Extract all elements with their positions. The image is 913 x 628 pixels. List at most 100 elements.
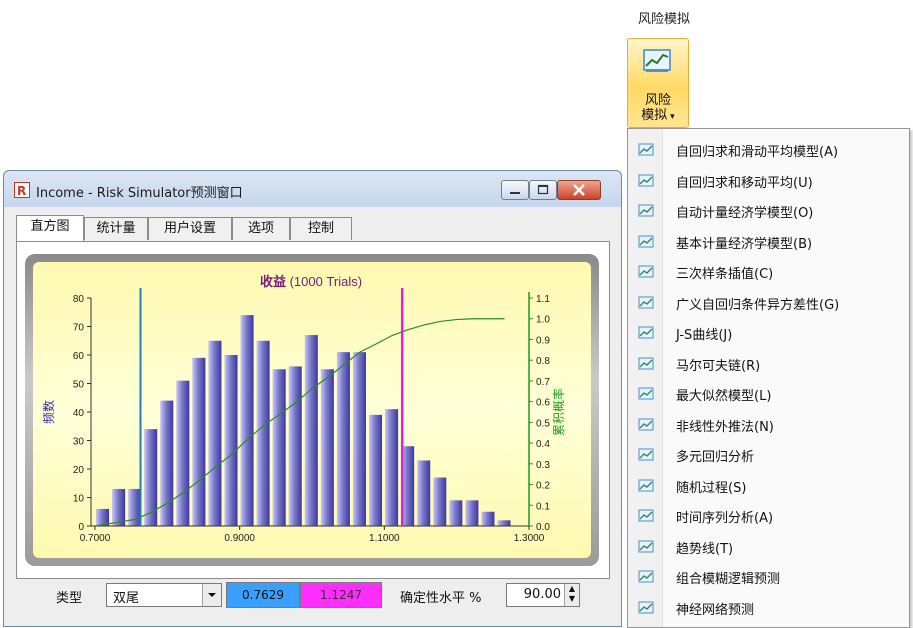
y2-tick-label: 0.2 [536,481,550,492]
y-tick-label: 50 [73,380,85,391]
tab-2[interactable]: 用户设置 [148,217,232,240]
risk-simulation-label-line1: 风险 [644,93,671,108]
close-button[interactable] [557,180,601,200]
x-tick-label: 0.7000 [80,533,111,544]
certainty-level-stepper[interactable]: 90.00 ▲ ▼ [506,583,580,607]
y-tick-label: 40 [73,408,85,419]
histogram-bar [465,500,479,526]
x-tick-label: 1.3000 [514,533,545,544]
chart-title-main: 收益 [260,274,286,289]
histogram-bar [385,409,399,526]
menu-item-label: J-S曲线(J) [676,328,733,343]
chart-area: 0 10 20 30 40 50 60 70 80 0.0 0.1 0.2 0.3 0.4 0.5 0.6 0.… [33,262,591,558]
forecast-method-icon [638,235,654,247]
menu-item[interactable]: 马尔可夫链(R) [628,349,909,379]
forecast-window: R Income - Risk Simulator预测窗口 直方图 统计量 用户设置… [3,170,622,627]
chart-frame: 0 10 20 30 40 50 60 70 80 0.0 0.1 0.2 0.3 0.4 0.5 0.6 0.… [25,254,599,566]
menu-item[interactable]: 非线性外推法(N) [628,410,909,440]
forecast-method-icon [638,174,654,186]
type-select[interactable]: 双尾 [106,583,222,607]
tab-1[interactable]: 统计量 [84,217,148,240]
type-select-value: 双尾 [113,591,140,606]
menu-item[interactable]: 多元回归分析 [628,440,909,470]
y2-axis-label: 累积概率 [551,388,566,436]
histogram-bar [192,357,206,526]
histogram-panel: 0 10 20 30 40 50 60 70 80 0.0 0.1 0.2 0.3 0.4 0.5 0.6 0.… [16,241,610,579]
menu-item-label: 趋势线(T) [676,541,734,557]
tab-3[interactable]: 选项 [232,217,290,240]
histogram-bar [481,511,495,526]
y-axis-label: 频数 [41,400,56,424]
histogram-bar [352,352,366,526]
histogram-bar [160,400,174,526]
menu-item-label: 最大似然模型(L) [676,389,772,404]
menu-item[interactable]: J-S曲线(J) [628,318,909,348]
histogram-bar [288,366,302,526]
y2-tick-label: 0.9 [536,335,550,346]
chevron-down-icon [208,593,216,597]
close-icon [573,184,585,196]
menu-item[interactable]: 神经网络预测 [628,593,909,623]
histogram-bar [256,340,270,526]
stepper-arrows-icon[interactable]: ▲ ▼ [564,584,579,606]
y-tick-label: 80 [73,294,85,305]
chart-title-trials: (1000 Trials) [286,274,362,289]
y-tick-label: 60 [73,351,85,362]
menu-item-label: 自回归求和移动平均(U) [676,175,813,191]
menu-item[interactable]: 广义自回归条件异方差性(G) [628,288,909,318]
histogram-bar [336,352,350,526]
menu-item[interactable]: 随机过程(S) [628,471,909,501]
y2-tick-label: 0.8 [536,356,550,367]
menu-item[interactable]: 最大似然模型(L) [628,379,909,409]
menu-item[interactable]: 时间序列分析(A) [628,501,909,531]
forecast-method-icon [638,265,654,278]
histogram-bar [96,508,110,526]
menu-item-label: 广义自回归条件异方差性(G) [676,297,840,313]
minimize-icon [510,192,520,194]
menu-item-label: 自动计量经济学模型(O) [676,206,814,221]
lower-bound-value[interactable]: 0.7629 [226,582,300,608]
histogram-bar [208,340,222,526]
y2-tick-label: 0.7 [536,377,550,388]
minimize-button[interactable] [501,180,529,200]
menu-item-label: 随机过程(S) [676,480,747,496]
menu-item[interactable]: 基本计量经济学模型(B) [628,227,909,257]
y-tick-label: 10 [73,494,85,505]
forecast-method-icon [638,601,654,613]
type-select-arrow[interactable] [202,584,221,606]
forecast-method-icon [638,326,654,339]
forecast-method-icon [638,509,654,522]
forecast-method-icon [638,448,654,461]
tab-4[interactable]: 控制 [290,217,352,240]
forecast-method-icon [638,418,654,430]
histogram-bar [368,414,383,526]
maximize-button[interactable] [529,180,557,200]
y-tick-label: 70 [73,323,85,334]
histogram-bar [112,488,126,526]
histogram-chart: 0 10 20 30 40 50 60 70 80 0.0 0.1 0.2 0.3 0.4 0.5 0.6 0.… [41,274,566,544]
menu-item[interactable]: 趋势线(T) [628,532,909,562]
risk-simulation-button[interactable]: 风险 模拟 ▾ [627,38,689,128]
control-bar: 类型 双尾 0.7629 1.1247 确定性水平 % 90.00 ▲ ▼ [16,581,608,611]
histogram-bar [433,477,447,526]
y-tick-label: 0 [78,522,84,533]
menu-item[interactable]: 自动计量经济学模型(O) [628,196,909,226]
histogram-bar [304,335,318,526]
type-label: 类型 [56,591,83,606]
menu-item[interactable]: 自回归求和移动平均(U) [628,166,909,196]
histogram-bar [224,355,238,526]
menu-item[interactable]: 组合模糊逻辑预测 [628,562,909,592]
svg-text:R: R [17,184,26,198]
menu-item[interactable]: 自回归求和滑动平均模型(A) [628,135,909,165]
forecast-method-icon [638,540,654,552]
histogram-bar [497,520,511,526]
tab-0[interactable]: 直方图 [16,215,84,242]
y2-tick-label: 0.4 [536,439,550,450]
menu-item-label: 多元回归分析 [676,450,755,465]
upper-bound-value[interactable]: 1.1247 [300,582,382,608]
y2-tick-label: 1.1 [536,294,550,305]
maximize-icon [537,184,549,195]
histogram-bar [176,380,190,526]
x-tick-label: 1.1000 [369,533,400,544]
menu-item[interactable]: 三次样条插值(C) [628,257,909,287]
